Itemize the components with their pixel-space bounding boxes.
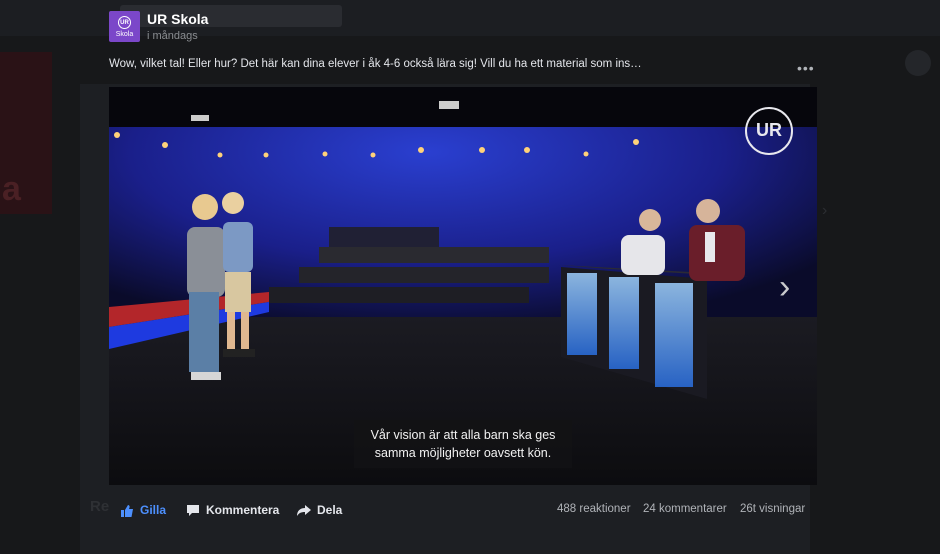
views-count: 26t visningar <box>740 503 806 515</box>
comment-label: Kommentera <box>206 503 280 517</box>
ur-logo-label: Skola <box>115 31 134 38</box>
thumbs-up-icon <box>120 504 134 517</box>
comments-count[interactable]: 24 kommentarer <box>643 503 727 515</box>
more-options-icon[interactable]: ••• <box>797 60 815 76</box>
like-label: Gilla <box>140 503 167 517</box>
like-button[interactable]: Gilla <box>120 503 166 517</box>
comment-button[interactable]: Kommentera <box>186 503 279 517</box>
post-action-bar: Gilla Kommentera Dela 488 reaktioner 24 … <box>120 503 820 521</box>
subtitle-line-2: samma möjligheter oavsett kön. <box>374 446 552 460</box>
video-player[interactable]: UR › Vår vision är att alla barn ska ges… <box>109 87 817 485</box>
chevron-right-icon[interactable]: › <box>779 267 790 307</box>
reactions-count[interactable]: 488 reaktioner <box>557 503 631 515</box>
page-avatar[interactable]: UR Skola <box>109 11 140 42</box>
background-arrow-icon: › <box>822 202 828 219</box>
post-timestamp[interactable]: i måndags <box>147 30 198 42</box>
background-avatar <box>905 50 931 76</box>
comment-icon <box>186 504 200 517</box>
background-card: a <box>0 52 52 214</box>
post-caption: Wow, vilket tal! Eller hur? Det här kan … <box>109 58 642 70</box>
background-heading: Re <box>90 498 110 515</box>
page-name-link[interactable]: UR Skola <box>147 11 208 27</box>
ur-watermark-logo: UR <box>745 107 793 155</box>
share-label: Dela <box>317 503 343 517</box>
share-button[interactable]: Dela <box>297 503 342 517</box>
subtitle-line-1: Vår vision är att alla barn ska ges <box>370 428 556 442</box>
share-arrow-icon <box>297 504 311 517</box>
ur-logo-mark: UR <box>118 16 131 29</box>
video-subtitle: Vår vision är att alla barn ska ges samm… <box>354 420 572 468</box>
